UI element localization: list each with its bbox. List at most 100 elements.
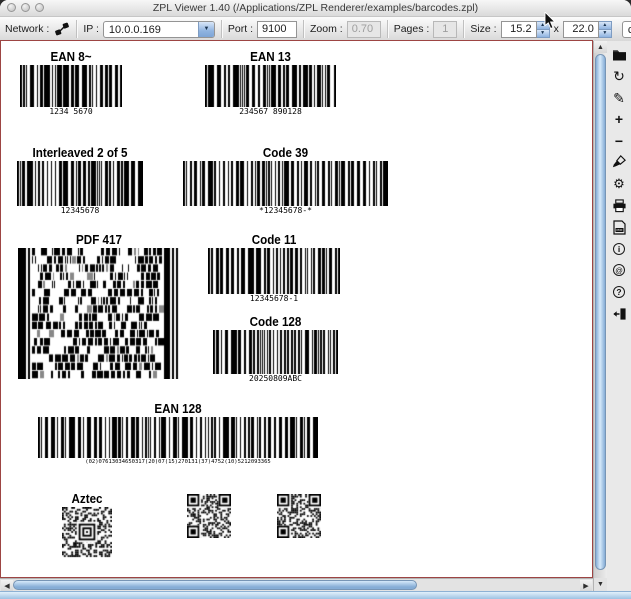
- at-circle-icon: @: [613, 264, 625, 276]
- toolbar-separator: [387, 20, 388, 38]
- barcode-graphic-linear: [38, 417, 318, 458]
- zoom-out-button[interactable]: −: [611, 133, 628, 148]
- barcode-text: 12345678: [17, 206, 143, 216]
- barcode-title: PDF 417: [24, 233, 175, 248]
- horizontal-scrollbar-thumb[interactable]: [13, 580, 417, 590]
- help-icon: ?: [613, 286, 625, 298]
- barcode-title: EAN 13: [210, 50, 332, 65]
- barcode-text: 234567 890128: [205, 107, 336, 117]
- size-height-up-icon[interactable]: ▲: [599, 22, 611, 30]
- barcode-title: EAN 128: [48, 402, 308, 417]
- scroll-left-arrow-icon[interactable]: ◀: [1, 580, 13, 591]
- open-file-button[interactable]: [611, 47, 628, 62]
- barcode-aztec: Aztec: [62, 492, 112, 558]
- unit-select[interactable]: cm ▼: [622, 21, 631, 38]
- barcode-graphic-linear: [17, 161, 143, 206]
- barcode-text: (02)07613034650317(20)07(15)270131(37)47…: [38, 458, 318, 466]
- vertical-scrollbar-thumb[interactable]: [595, 54, 606, 570]
- pages-label: Pages :: [394, 23, 430, 35]
- svg-text:PDF: PDF: [616, 228, 622, 232]
- barcode-title: EAN 8~: [24, 50, 119, 65]
- export-pdf-button[interactable]: PDF: [611, 220, 628, 235]
- barcode-graphic-linear: [205, 65, 336, 107]
- titlebar: ZPL Viewer 1.40 (/Applications/ZPL Rende…: [0, 0, 631, 17]
- zpl-viewer-window: ZPL Viewer 1.40 (/Applications/ZPL Rende…: [0, 0, 631, 599]
- website-button[interactable]: @: [611, 263, 628, 278]
- size-height-stepper[interactable]: 22.0 ▲ ▼: [563, 21, 612, 38]
- preview-viewport: EAN 8~ 1234 5670 EAN 13 234567 890128 Interl…: [0, 40, 593, 578]
- size-height-down-icon[interactable]: ▼: [599, 30, 611, 37]
- clear-button[interactable]: [611, 155, 628, 170]
- barcode-text: 12345678-1: [208, 294, 340, 304]
- barcode-pdf417: PDF 417: [18, 233, 180, 379]
- zoom-input: 0.70: [347, 21, 381, 38]
- tool-sidebar: ↻ ✎ + − ⚙ PDF i @ ?: [607, 41, 631, 591]
- barcode-graphic-linear: [213, 330, 338, 374]
- ip-label: IP :: [83, 23, 99, 35]
- barcode-graphic-aztec: [62, 507, 112, 558]
- size-width-up-icon[interactable]: ▲: [537, 22, 549, 30]
- barcode-text: *12345678-*: [183, 206, 388, 216]
- toolbar-separator: [76, 20, 77, 38]
- barcode-ean128: EAN 128 (02)07613034650317(20)07(15)27013…: [38, 402, 318, 466]
- barcode-code11: Code 11 12345678-1: [208, 233, 340, 304]
- ip-select[interactable]: 10.0.0.169 ▼: [103, 21, 215, 38]
- settings-button[interactable]: ⚙: [611, 177, 628, 192]
- size-label: Size :: [470, 23, 496, 35]
- folder-icon: [612, 48, 627, 61]
- toolbar-separator: [463, 20, 464, 38]
- quit-button[interactable]: [611, 306, 628, 321]
- plus-icon: +: [615, 112, 623, 126]
- barcode-title: Code 11: [213, 233, 336, 248]
- ip-dropdown-arrow-icon[interactable]: ▼: [198, 22, 214, 37]
- barcode-title: Code 39: [190, 146, 381, 161]
- minus-icon: −: [615, 134, 623, 148]
- toolbar-separator: [221, 20, 222, 38]
- size-width-stepper[interactable]: 15.2 ▲ ▼: [501, 21, 550, 38]
- horizontal-scrollbar[interactable]: ◀ ▶: [0, 578, 593, 591]
- unit-value: cm: [623, 22, 631, 37]
- scroll-down-arrow-icon[interactable]: ▼: [593, 578, 607, 591]
- barcode-text: 1234 5670: [20, 107, 122, 117]
- toolbar: Network : IP : 10.0.0.169 ▼ Port : 9100 …: [0, 17, 631, 41]
- vertical-scrollbar[interactable]: ▲: [593, 41, 607, 578]
- barcode-graphic-qr: [277, 494, 321, 538]
- window-bottom-bar: [0, 591, 631, 599]
- scroll-up-arrow-icon[interactable]: ▲: [594, 41, 607, 53]
- edit-button[interactable]: ✎: [611, 90, 628, 105]
- refresh-icon: ↻: [613, 69, 625, 83]
- brush-icon: [612, 155, 626, 169]
- exit-door-icon: [612, 307, 627, 321]
- network-connector-icon[interactable]: [54, 21, 70, 37]
- barcode-title: Aztec: [64, 492, 111, 507]
- network-label: Network :: [5, 23, 49, 35]
- print-button[interactable]: [611, 198, 628, 213]
- zoom-in-button[interactable]: +: [611, 112, 628, 127]
- size-separator: x: [554, 23, 559, 35]
- gear-icon: ⚙: [613, 177, 625, 191]
- port-input[interactable]: 9100: [257, 21, 297, 38]
- pdf-document-icon: PDF: [613, 220, 626, 235]
- barcode-graphic-linear: [183, 161, 388, 206]
- barcode-title: Interleaved 2 of 5: [21, 146, 138, 161]
- barcode-code128: Code 12820250809ABC: [213, 315, 338, 384]
- barcode-graphic-qr: [187, 494, 231, 538]
- help-button[interactable]: ?: [611, 285, 628, 300]
- barcode-graphic-pdf417: [18, 248, 180, 379]
- barcode-ean8: EAN 8~ 1234 5670: [20, 50, 122, 117]
- barcode-graphic-linear: [208, 248, 340, 294]
- size-width-down-icon[interactable]: ▼: [537, 30, 549, 37]
- scroll-right-arrow-icon[interactable]: ▶: [580, 580, 592, 591]
- info-button[interactable]: i: [611, 241, 628, 256]
- reload-button[interactable]: ↻: [611, 69, 628, 84]
- port-label: Port :: [228, 23, 253, 35]
- toolbar-separator: [303, 20, 304, 38]
- barcode-interleaved-2of5: Interleaved 2 of 5 12345678: [17, 146, 143, 216]
- size-height-input[interactable]: 22.0: [563, 21, 599, 38]
- barcode-code39: Code 39 *12345678-*: [183, 146, 388, 216]
- pencil-icon: ✎: [613, 91, 625, 105]
- zoom-label: Zoom :: [310, 23, 343, 35]
- barcode-qr-2: [277, 494, 321, 538]
- label-canvas: EAN 8~ 1234 5670 EAN 13 234567 890128 Interl…: [1, 41, 592, 577]
- size-width-input[interactable]: 15.2: [501, 21, 537, 38]
